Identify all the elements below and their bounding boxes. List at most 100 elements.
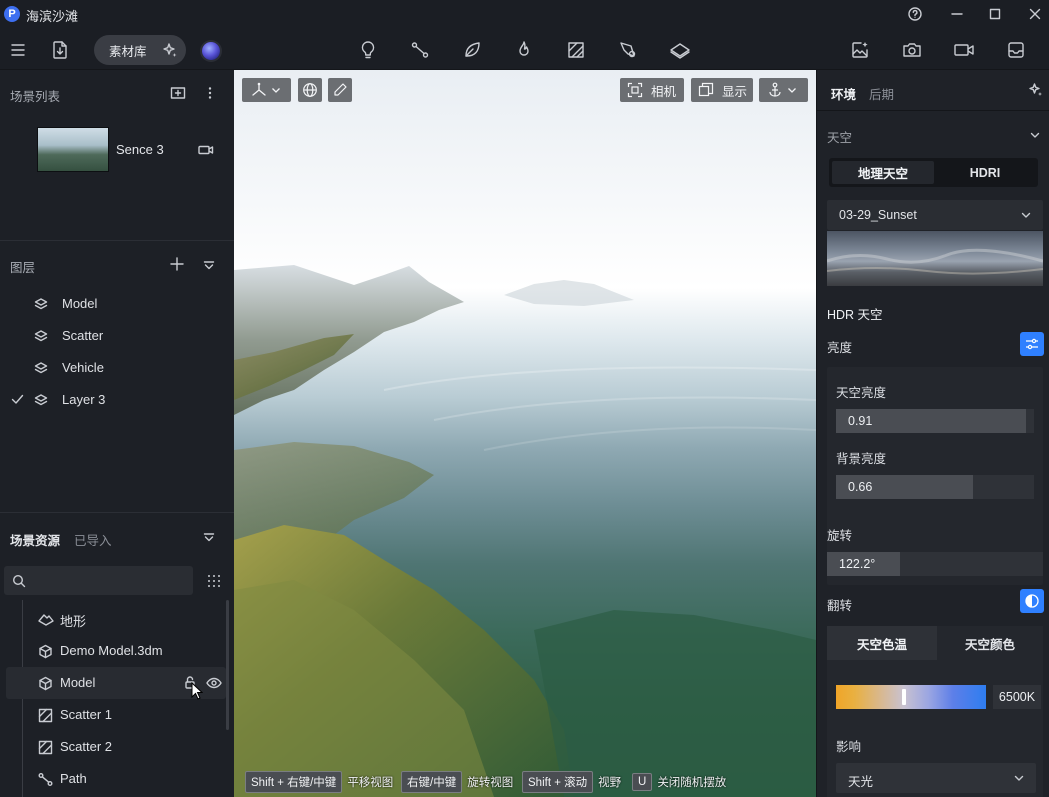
asset-item[interactable]: Scatter 2 xyxy=(6,731,226,763)
landscape-render xyxy=(234,265,816,797)
brightness-settings-button[interactable] xyxy=(1020,332,1044,356)
layer-item[interactable]: Vehicle xyxy=(0,352,234,384)
check-icon xyxy=(11,394,24,404)
rotation-field[interactable]: 122.2° xyxy=(827,552,1043,576)
layer-label: Model xyxy=(62,296,98,311)
shortcut-desc: 旋转视图 xyxy=(467,777,514,789)
asset-label: Scatter 1 xyxy=(60,707,113,722)
tab-geo-sky[interactable]: 地理天空 xyxy=(832,161,934,184)
layer-item[interactable]: Model xyxy=(0,288,234,320)
asset-item-hovered[interactable]: Model xyxy=(6,667,226,700)
asset-label: Demo Model.3dm xyxy=(60,643,163,658)
window-title: 海滨沙滩 xyxy=(26,9,79,24)
sparkle-settings-icon[interactable] xyxy=(1028,82,1044,98)
contrast-icon xyxy=(1025,594,1039,608)
bg-brightness-slider[interactable]: 0.66 xyxy=(836,475,1034,499)
shortcut-key: 右键/中键 xyxy=(401,771,463,793)
chevron-down-icon xyxy=(788,88,796,93)
world-space-button[interactable] xyxy=(298,78,322,102)
hdri-select[interactable]: 03-29_Sunset xyxy=(827,200,1043,230)
layer-label: Vehicle xyxy=(62,360,104,375)
flip-toggle-button[interactable] xyxy=(1020,589,1044,613)
main-toolbar: 素材库 xyxy=(0,28,1049,70)
tab-hdri[interactable]: HDRI xyxy=(935,161,1035,184)
color-temp-handle[interactable] xyxy=(901,689,906,705)
sky-brightness-slider[interactable]: 0.91 xyxy=(836,409,1034,433)
pen-tool-icon[interactable] xyxy=(614,36,642,64)
maximize-button[interactable] xyxy=(984,4,1006,24)
render-options-button[interactable] xyxy=(759,78,808,102)
eyedropper-icon xyxy=(334,83,347,96)
brightness-label: 亮度 xyxy=(827,341,853,355)
asset-item[interactable]: Demo Model.3dm xyxy=(6,635,226,667)
plane-icon[interactable] xyxy=(666,36,694,64)
transform-mode-button[interactable] xyxy=(242,78,291,102)
path-tool-icon[interactable] xyxy=(406,36,434,64)
close-button[interactable] xyxy=(1024,4,1046,24)
menu-icon[interactable] xyxy=(4,36,32,64)
bg-brightness-value: 0.66 xyxy=(848,480,873,494)
leaf-icon[interactable] xyxy=(458,36,486,64)
tab-imported[interactable]: 已导入 xyxy=(74,530,112,549)
add-layer-icon[interactable] xyxy=(170,257,184,271)
layer-item[interactable]: Scatter xyxy=(0,320,234,352)
asset-item[interactable]: Scatter 1 xyxy=(6,699,226,731)
import-file-icon[interactable] xyxy=(46,36,74,64)
layer-item-active[interactable]: Layer 3 xyxy=(0,384,234,416)
influence-select[interactable]: 天光 xyxy=(836,763,1036,793)
rotation-value: 122.2° xyxy=(839,557,876,571)
display-button[interactable]: 显示 xyxy=(691,78,753,102)
shortcut-hint: Shift + 滚动 视野 xyxy=(522,771,621,793)
asset-library-button[interactable]: 素材库 xyxy=(94,35,186,65)
path-icon xyxy=(38,773,53,786)
hdri-preview-image xyxy=(827,231,1043,286)
minimize-button[interactable] xyxy=(946,4,968,24)
assets-scrollbar[interactable] xyxy=(226,600,229,730)
asset-search-box[interactable] xyxy=(4,566,193,595)
ai-image-icon[interactable] xyxy=(846,36,874,64)
terrain-icon xyxy=(38,614,54,626)
assets-collapse-icon[interactable] xyxy=(203,532,215,542)
eyedropper-button[interactable] xyxy=(328,78,352,102)
help-icon[interactable] xyxy=(904,4,926,24)
tab-scene-assets[interactable]: 场景资源 xyxy=(10,530,60,549)
3d-viewport[interactable]: 相机 显示 Shift + 右键/中键 平移视图 右键/中键 旋转视图 Shif… xyxy=(234,70,816,797)
tab-color-temp[interactable]: 天空色温 xyxy=(827,626,937,660)
light-bulb-icon[interactable] xyxy=(354,36,382,64)
layers-collapse-icon[interactable] xyxy=(203,260,215,270)
shortcut-hint: Shift + 右键/中键 平移视图 xyxy=(245,771,393,793)
camera-button[interactable]: 相机 xyxy=(620,78,684,102)
asset-item[interactable]: 地形 xyxy=(6,603,226,635)
material-icon[interactable] xyxy=(562,36,590,64)
sky-brightness-label: 天空亮度 xyxy=(836,386,887,400)
sky-section-title: 天空 xyxy=(827,131,853,145)
more-options-icon[interactable] xyxy=(203,86,217,100)
tab-post[interactable]: 后期 xyxy=(869,84,894,103)
fire-icon[interactable] xyxy=(510,36,538,64)
scene-camera-icon[interactable] xyxy=(198,144,214,156)
scene-item[interactable]: Sence 3 xyxy=(0,118,234,176)
rotation-label: 旋转 xyxy=(827,529,853,543)
add-scene-icon[interactable] xyxy=(170,86,186,100)
ai-orb-icon[interactable] xyxy=(202,42,220,60)
grid-view-icon[interactable] xyxy=(199,566,228,595)
asset-item[interactable]: Path xyxy=(6,763,226,795)
search-input[interactable] xyxy=(32,570,187,591)
inbox-icon[interactable] xyxy=(1002,36,1030,64)
eye-icon[interactable] xyxy=(206,677,222,689)
tab-sky-color[interactable]: 天空颜色 xyxy=(937,626,1043,660)
chevron-down-icon[interactable] xyxy=(1030,131,1040,139)
color-temp-slider[interactable] xyxy=(836,685,986,709)
sky-mode-switch: 地理天空 HDRI xyxy=(829,158,1038,187)
scene-list-title: 场景列表 xyxy=(10,90,61,104)
bg-brightness-label: 背景亮度 xyxy=(836,452,887,466)
video-icon[interactable] xyxy=(950,36,978,64)
cube-icon xyxy=(39,644,52,659)
layers-icon xyxy=(34,298,48,310)
color-temp-value[interactable]: 6500K xyxy=(993,685,1041,709)
cube-icon xyxy=(39,676,52,691)
hdr-sky-label: HDR 天空 xyxy=(827,308,883,322)
camera-icon[interactable] xyxy=(898,36,926,64)
tab-environment[interactable]: 环境 xyxy=(831,84,856,103)
scene-thumbnail xyxy=(37,127,109,172)
